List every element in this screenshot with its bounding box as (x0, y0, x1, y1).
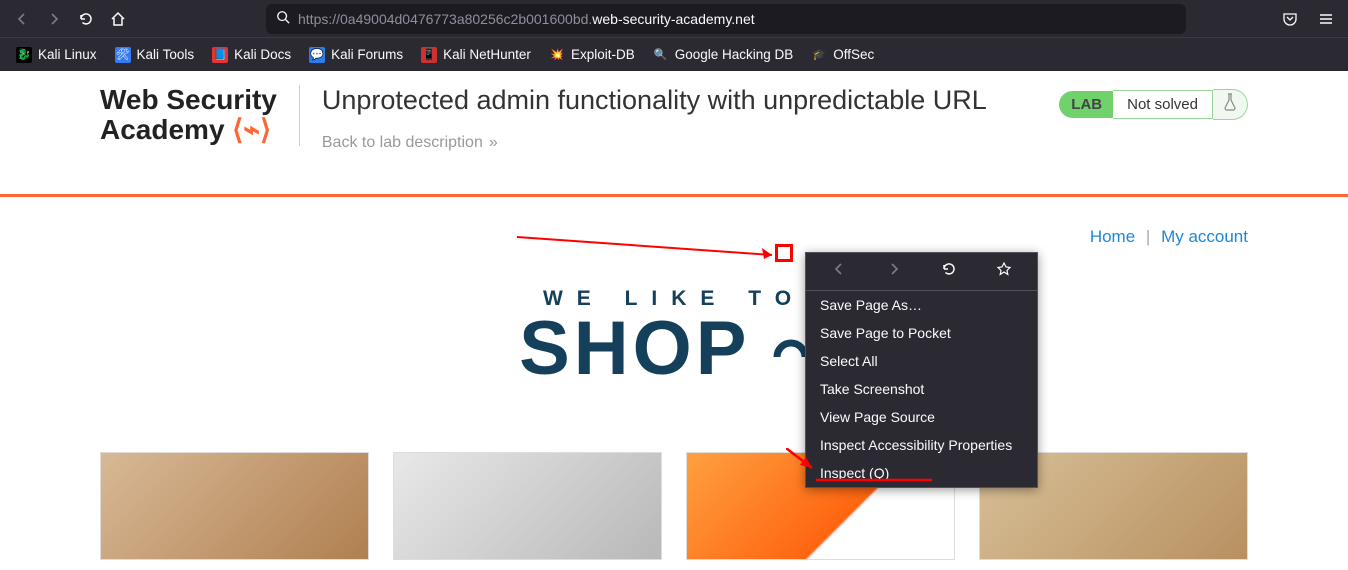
bookmark-icon: 🔍 (653, 47, 669, 63)
bookmark-item[interactable]: 🔍 Google Hacking DB (645, 43, 802, 67)
bookmarks-bar: 🐉 Kali Linux 🛠 Kali Tools 📘 Kali Docs 💬 Kali Fo… (0, 37, 1348, 71)
product-grid (100, 452, 1248, 560)
context-menu-item[interactable]: View Page Source (806, 403, 1037, 431)
lab-badge: LAB (1059, 91, 1114, 118)
lab-status: LAB Not solved (1059, 89, 1248, 120)
bookmark-label: Exploit-DB (571, 47, 635, 62)
flask-icon (1213, 89, 1248, 120)
bookmark-icon: 🐉 (16, 47, 32, 63)
hero-main-text: SHOP (519, 315, 750, 383)
context-menu-nav (806, 253, 1037, 291)
bookmark-icon: 💥 (549, 47, 565, 63)
bookmark-icon: 💬 (309, 47, 325, 63)
bookmark-icon: 📘 (212, 47, 228, 63)
context-menu-item[interactable]: Save Page to Pocket (806, 319, 1037, 347)
browser-toolbar: https://0a49004d0476773a80256c2b001600bd… (0, 0, 1348, 37)
cm-back-icon[interactable] (825, 261, 853, 282)
annotation-arrow (517, 232, 797, 272)
bookmark-item[interactable]: 🐉 Kali Linux (8, 43, 105, 67)
lab-status-text: Not solved (1113, 90, 1213, 119)
url-bar[interactable]: https://0a49004d0476773a80256c2b001600bd… (266, 4, 1186, 34)
bookmark-icon: 📱 (421, 47, 437, 63)
bookmark-icon: 🛠 (115, 47, 131, 63)
lab-title: Unprotected admin functionality with unp… (322, 85, 1037, 116)
home-link[interactable]: Home (1090, 227, 1135, 246)
back-to-description-link[interactable]: Back to lab description » (322, 134, 1037, 152)
lab-header: Web Security Academy ⟨⌁⟩ Unprotected adm… (0, 71, 1348, 166)
hamburger-menu-icon[interactable] (1312, 5, 1340, 33)
bookmark-item[interactable]: 💬 Kali Forums (301, 43, 411, 67)
bookmark-label: Kali Forums (331, 47, 403, 62)
bookmark-label: Kali NetHunter (443, 47, 531, 62)
bookmark-label: OffSec (833, 47, 874, 62)
bookmark-icon: 🎓 (811, 47, 827, 63)
nav-separator: | (1140, 227, 1156, 246)
bookmark-item[interactable]: 🛠 Kali Tools (107, 43, 203, 67)
pocket-icon[interactable] (1276, 5, 1304, 33)
reload-button[interactable] (72, 5, 100, 33)
forward-button[interactable] (40, 5, 68, 33)
cm-bookmark-icon[interactable] (990, 261, 1018, 282)
cm-reload-icon[interactable] (935, 261, 963, 282)
bookmark-item[interactable]: 💥 Exploit-DB (541, 43, 643, 67)
cm-forward-icon[interactable] (880, 261, 908, 282)
context-menu-item[interactable]: Take Screenshot (806, 375, 1037, 403)
home-button[interactable] (104, 5, 132, 33)
bookmark-item[interactable]: 🎓 OffSec (803, 43, 882, 67)
chevron-right-icon: » (489, 134, 498, 152)
product-card[interactable] (393, 452, 662, 560)
bookmark-label: Kali Docs (234, 47, 291, 62)
bookmark-label: Kali Tools (137, 47, 195, 62)
annotation-arrow-2 (786, 448, 936, 488)
annotation-box (775, 244, 793, 262)
search-icon (276, 10, 290, 27)
url-text: https://0a49004d0476773a80256c2b001600bd… (298, 11, 755, 27)
product-card[interactable] (100, 452, 369, 560)
context-menu-item[interactable]: Select All (806, 347, 1037, 375)
bookmark-label: Google Hacking DB (675, 47, 794, 62)
bookmark-item[interactable]: 📘 Kali Docs (204, 43, 299, 67)
context-menu-item[interactable]: Save Page As… (806, 291, 1037, 319)
academy-logo: Web Security Academy ⟨⌁⟩ (100, 85, 300, 146)
hero-banner: WE LIKE TO SHOP (100, 287, 1248, 412)
back-button[interactable] (8, 5, 36, 33)
bookmark-item[interactable]: 📱 Kali NetHunter (413, 43, 539, 67)
bookmark-label: Kali Linux (38, 47, 97, 62)
my-account-link[interactable]: My account (1161, 227, 1248, 246)
